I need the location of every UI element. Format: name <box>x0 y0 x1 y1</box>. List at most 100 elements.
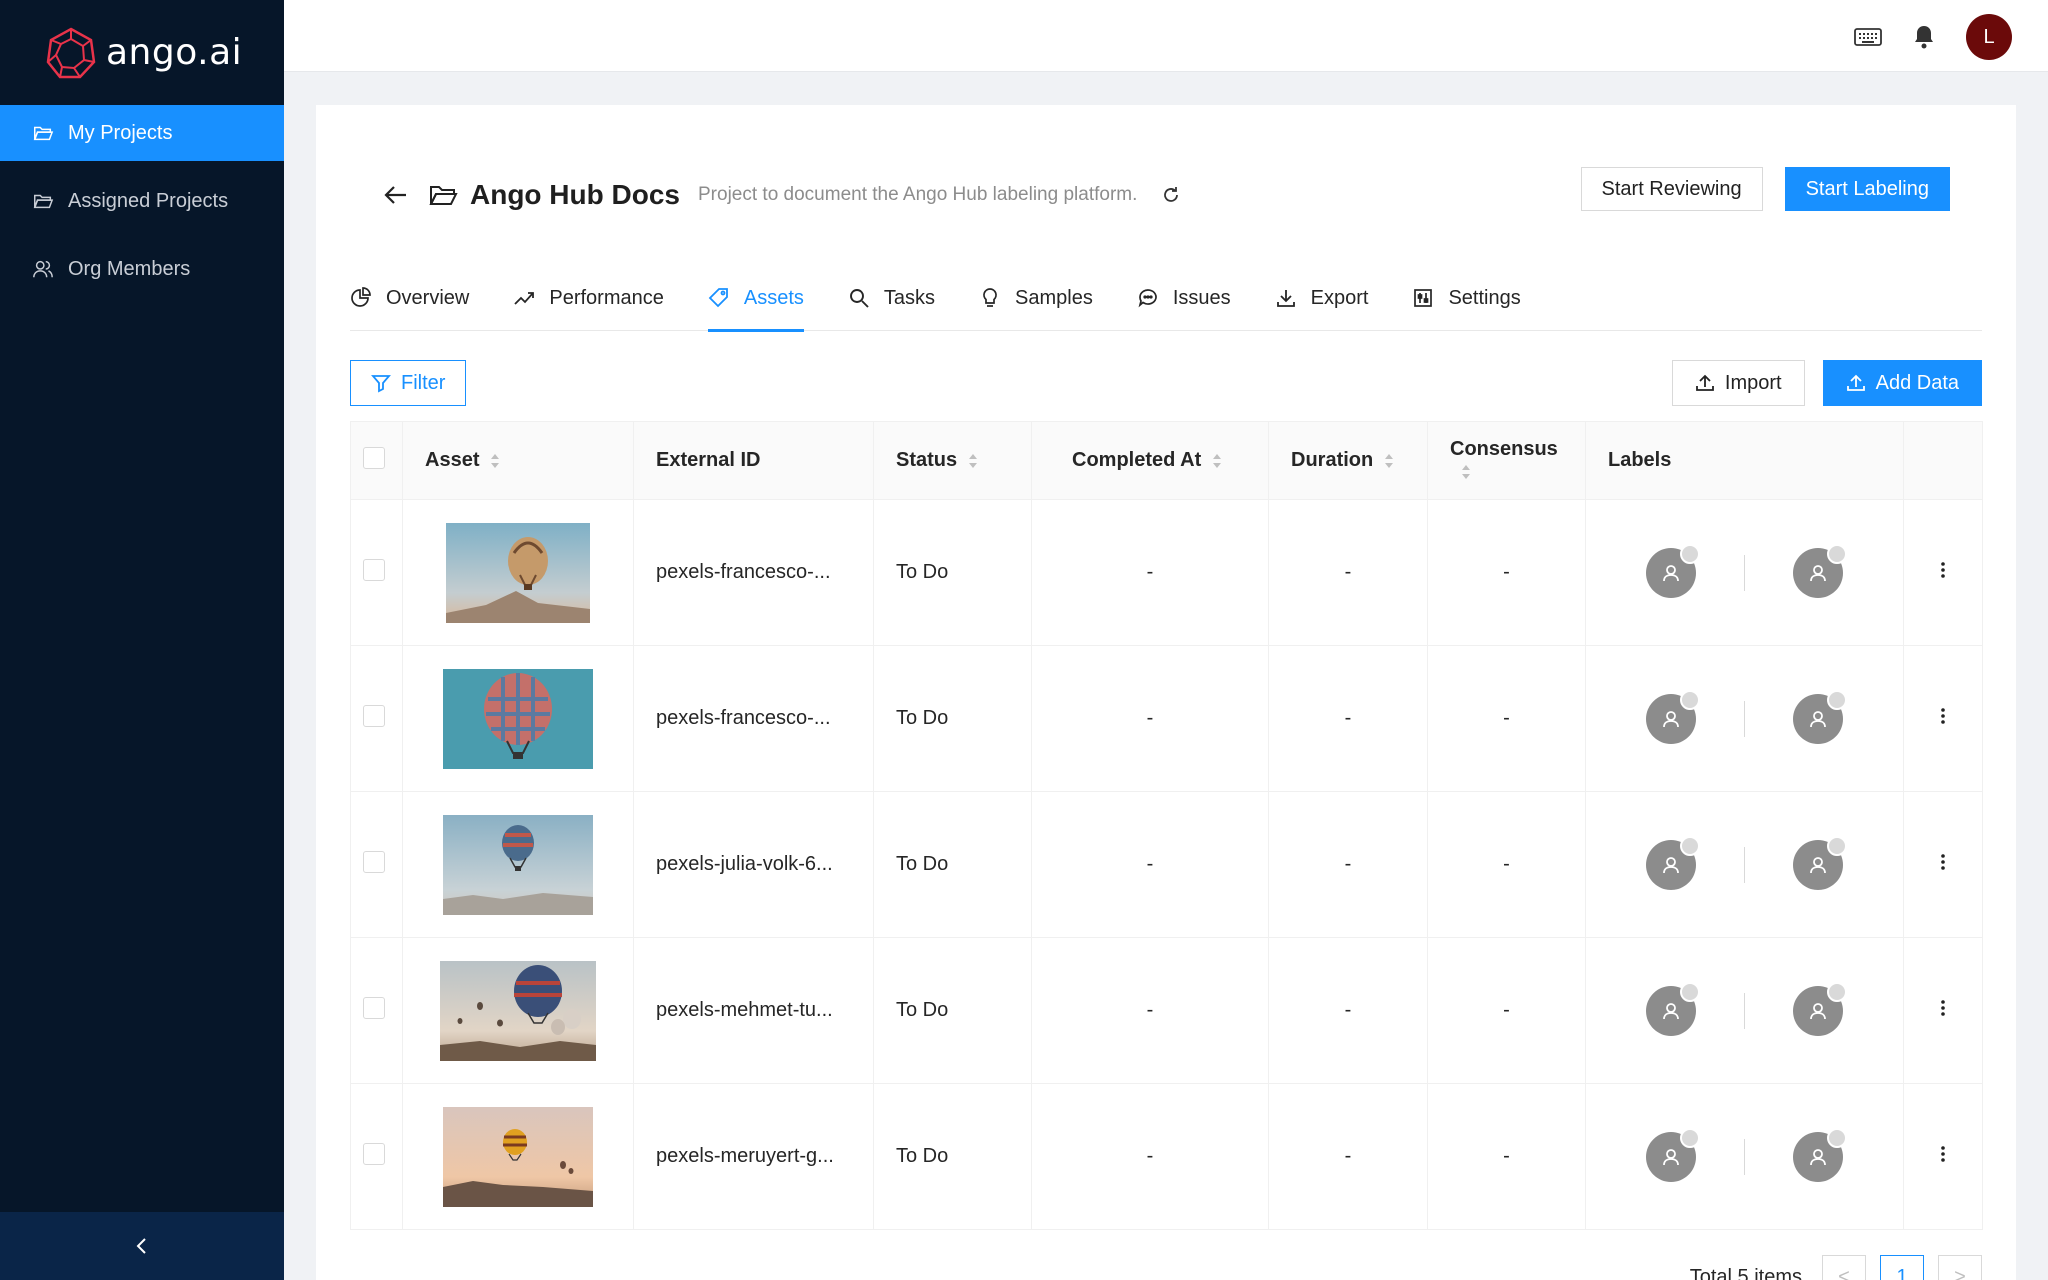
tab-issues[interactable]: Issues <box>1137 265 1231 331</box>
column-header-asset[interactable]: Asset <box>402 421 634 500</box>
tab-performance[interactable]: Performance <box>513 265 664 331</box>
asset-thumbnail[interactable] <box>443 668 593 769</box>
tab-assets[interactable]: Assets <box>707 265 804 332</box>
tab-overview[interactable]: Overview <box>350 265 469 331</box>
pagination-page-1[interactable]: 1 <box>1880 1255 1924 1280</box>
keyboard-shortcuts-button[interactable] <box>1846 15 1890 59</box>
column-header-consensus[interactable]: Consensus <box>1427 421 1586 500</box>
row-checkbox[interactable] <box>363 1142 385 1165</box>
row-checkbox[interactable] <box>363 850 385 873</box>
sidebar-item-label: My Projects <box>68 121 173 144</box>
notifications-button[interactable] <box>1902 15 1946 59</box>
filter-label: Filter <box>401 371 446 394</box>
consensus-cell: - <box>1427 499 1586 646</box>
duration-cell: - <box>1268 1083 1428 1230</box>
import-button[interactable]: Import <box>1671 360 1805 406</box>
asset-thumbnail[interactable] <box>446 522 590 623</box>
reviewer-avatar[interactable] <box>1793 543 1847 598</box>
logo[interactable]: ango.ai <box>0 0 284 105</box>
table-header-row: Asset External ID Status Completed At Du… <box>350 421 1983 500</box>
consensus-cell: - <box>1427 791 1586 938</box>
pagination-prev-button[interactable]: < <box>1822 1255 1866 1280</box>
tab-label: Export <box>1310 286 1369 309</box>
row-checkbox[interactable] <box>363 704 385 727</box>
filter-button[interactable]: Filter <box>350 360 467 406</box>
sidebar-item-org-members[interactable]: Org Members <box>0 241 284 297</box>
tab-label: Overview <box>386 286 470 309</box>
sort-icon[interactable] <box>1211 451 1223 471</box>
labeler-avatar[interactable] <box>1646 543 1700 598</box>
import-label: Import <box>1724 371 1782 394</box>
tab-export[interactable]: Export <box>1275 265 1369 331</box>
project-description: Project to document the Ango Hub labelin… <box>698 184 1138 205</box>
sidebar-item-assigned-projects[interactable]: Assigned Projects <box>0 173 284 229</box>
row-checkbox[interactable] <box>363 558 385 581</box>
ango-logo-icon <box>46 27 96 78</box>
users-icon <box>33 260 53 278</box>
status-cell: To Do <box>873 937 1032 1084</box>
refresh-icon[interactable] <box>1161 185 1181 205</box>
more-vertical-icon[interactable] <box>1940 852 1946 872</box>
divider <box>1744 846 1745 883</box>
add-data-button[interactable]: Add Data <box>1822 360 1982 406</box>
tab-tasks[interactable]: Tasks <box>848 265 935 331</box>
labeler-avatar[interactable] <box>1646 689 1700 744</box>
page-title: Ango Hub Docs <box>470 179 680 210</box>
tab-settings[interactable]: Settings <box>1412 265 1521 331</box>
reviewer-avatar[interactable] <box>1793 835 1847 890</box>
column-header-duration[interactable]: Duration <box>1268 421 1428 500</box>
sidebar-item-my-projects[interactable]: My Projects <box>0 105 284 161</box>
pagination-next-button[interactable]: > <box>1938 1255 1982 1280</box>
labeler-avatar[interactable] <box>1646 981 1700 1036</box>
start-reviewing-button[interactable]: Start Reviewing <box>1580 167 1763 211</box>
column-header-status[interactable]: Status <box>873 421 1032 500</box>
user-icon <box>1663 564 1679 581</box>
asset-thumbnail[interactable] <box>443 814 593 915</box>
back-arrow-icon[interactable] <box>382 181 410 209</box>
labeler-avatar[interactable] <box>1646 835 1700 890</box>
duration-cell: - <box>1268 937 1428 1084</box>
more-vertical-icon[interactable] <box>1940 998 1946 1018</box>
user-avatar[interactable]: L <box>1966 14 2012 60</box>
user-icon <box>1810 564 1826 581</box>
asset-thumbnail[interactable] <box>443 1106 593 1207</box>
tab-label: Samples <box>1015 286 1093 309</box>
more-vertical-icon[interactable] <box>1940 706 1946 726</box>
status-cell: To Do <box>873 645 1032 792</box>
upload-icon <box>1846 374 1865 391</box>
more-vertical-icon[interactable] <box>1940 560 1946 580</box>
completed-at-cell: - <box>1031 645 1269 792</box>
sidebar-collapse-button[interactable] <box>0 1212 284 1280</box>
tab-label: Settings <box>1448 286 1521 309</box>
table-row[interactable]: pexels-meruyert-g... To Do - - - <box>350 1083 1983 1230</box>
table-row[interactable]: pexels-francesco-... To Do - - - <box>350 645 1983 792</box>
more-vertical-icon[interactable] <box>1940 1144 1946 1164</box>
tab-samples[interactable]: Samples <box>979 265 1093 331</box>
reviewer-avatar[interactable] <box>1793 689 1847 744</box>
folder-open-icon <box>33 126 54 141</box>
sort-icon[interactable] <box>489 451 501 471</box>
consensus-cell: - <box>1427 645 1586 792</box>
user-icon <box>1810 1002 1826 1019</box>
sort-icon[interactable] <box>1460 462 1472 482</box>
user-icon <box>1663 856 1679 873</box>
reviewer-avatar[interactable] <box>1793 981 1847 1036</box>
external-id-cell: pexels-mehmet-tu... <box>633 937 874 1084</box>
column-header-completed-at[interactable]: Completed At <box>1031 421 1269 500</box>
search-icon <box>849 289 869 308</box>
select-all-checkbox[interactable] <box>363 446 385 469</box>
table-row[interactable]: pexels-julia-volk-6... To Do - - - <box>350 791 1983 938</box>
consensus-cell: - <box>1427 1083 1586 1230</box>
total-items-text: Total 5 items <box>1689 1265 1802 1280</box>
status-cell: To Do <box>873 791 1032 938</box>
row-checkbox[interactable] <box>363 996 385 1019</box>
labeler-avatar[interactable] <box>1646 1127 1700 1182</box>
start-labeling-button[interactable]: Start Labeling <box>1784 167 1950 211</box>
reviewer-avatar[interactable] <box>1793 1127 1847 1182</box>
asset-thumbnail[interactable] <box>440 960 596 1061</box>
table-row[interactable]: pexels-francesco-... To Do - - - <box>350 499 1983 646</box>
sort-icon[interactable] <box>1383 451 1395 471</box>
table-row[interactable]: pexels-mehmet-tu... To Do - - - <box>350 937 1983 1084</box>
sort-icon[interactable] <box>967 451 979 471</box>
external-id-cell: pexels-julia-volk-6... <box>633 791 874 938</box>
